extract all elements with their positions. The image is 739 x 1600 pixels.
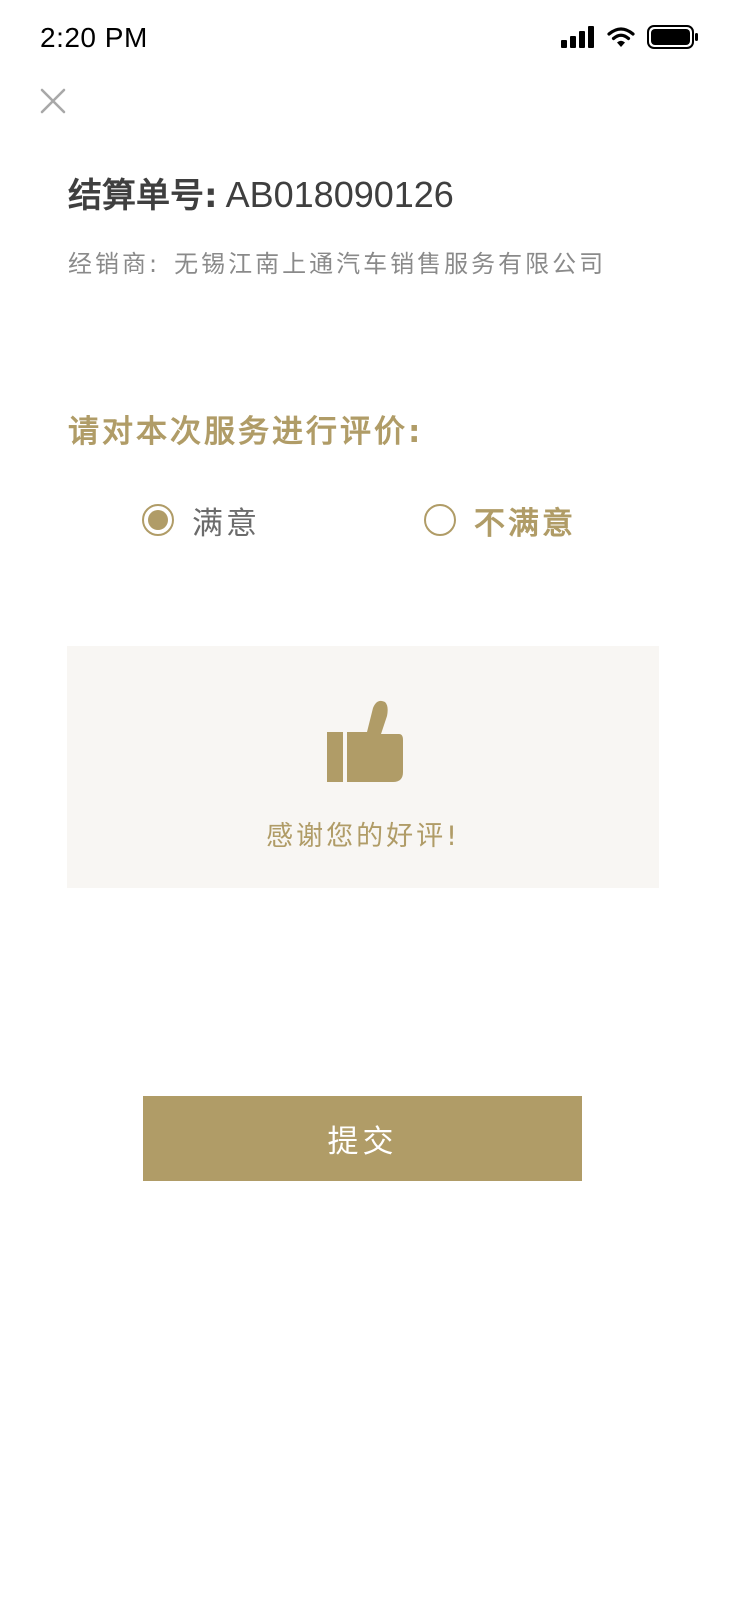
thumbs-up-icon bbox=[327, 698, 403, 784]
dealer-label: 经销商: bbox=[68, 250, 161, 278]
order-number-value: AB018090126 bbox=[225, 174, 454, 215]
signal-icon bbox=[561, 26, 595, 52]
close-icon bbox=[40, 88, 66, 118]
radio-selected-dot bbox=[148, 510, 168, 530]
option-satisfied-label: 满意 bbox=[192, 505, 260, 542]
radio-unsatisfied[interactable] bbox=[424, 504, 456, 536]
rating-options: 满意 不满意 bbox=[0, 498, 739, 542]
rating-prompt: 请对本次服务进行评价: bbox=[68, 414, 424, 450]
dealer-line: 经销商: 无锡江南上通汽车销售服务有限公司 bbox=[68, 244, 606, 279]
status-bar: 2:20 PM bbox=[0, 0, 739, 80]
feedback-panel: 感谢您的好评! bbox=[67, 646, 659, 888]
order-number-line: 结算单号: AB018090126 bbox=[68, 168, 454, 217]
battery-icon bbox=[647, 25, 699, 53]
order-number-label: 结算单号: bbox=[68, 176, 218, 216]
submit-button[interactable]: 提交 bbox=[143, 1096, 582, 1181]
option-satisfied[interactable]: 满意 bbox=[142, 498, 260, 542]
close-button[interactable] bbox=[34, 84, 72, 122]
thanks-message: 感谢您的好评! bbox=[266, 821, 460, 852]
status-icons bbox=[561, 25, 699, 53]
radio-satisfied[interactable] bbox=[142, 504, 174, 536]
option-unsatisfied-label: 不满意 bbox=[474, 505, 576, 542]
dealer-name: 无锡江南上通汽车销售服务有限公司 bbox=[174, 250, 607, 278]
status-time: 2:20 PM bbox=[40, 22, 148, 53]
option-unsatisfied[interactable]: 不满意 bbox=[424, 498, 576, 542]
wifi-icon bbox=[607, 26, 635, 52]
